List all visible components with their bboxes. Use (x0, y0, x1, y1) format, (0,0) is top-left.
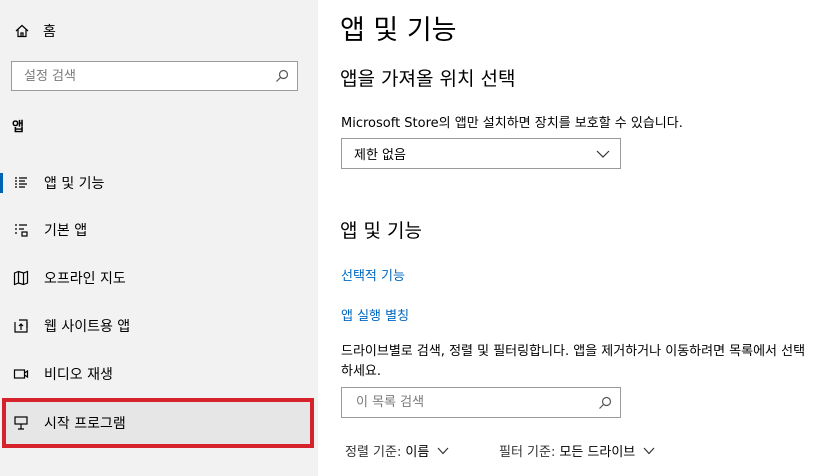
sort-label: 정렬 기준: (345, 445, 402, 460)
search-icon[interactable] (598, 396, 612, 410)
settings-search-input[interactable] (22, 67, 275, 85)
sidebar-item-apps-features[interactable]: 앱 및 기능 (0, 163, 318, 203)
sidebar-item-startup[interactable]: 시작 프로그램 (2, 398, 314, 448)
sidebar-item-label: 웹 사이트용 앱 (44, 319, 131, 335)
apps-list-description: 드라이브별로 검색, 정렬 및 필터링합니다. 앱을 제거하거나 이동하려면 목… (341, 344, 806, 379)
video-icon (12, 365, 30, 383)
filter-value: 모든 드라이브 (559, 445, 636, 460)
sidebar: 홈 앱 앱 및 기능 기본 앱 오프라인 지도 (0, 0, 318, 476)
settings-search-box[interactable] (11, 61, 298, 91)
sidebar-item-label: 기본 앱 (44, 223, 88, 239)
chevron-down-icon (596, 150, 610, 158)
home-label: 홈 (43, 24, 56, 40)
home-icon (15, 24, 29, 38)
chevron-down-icon (643, 447, 655, 454)
install-location-heading: 앱을 가져올 위치 선택 (340, 68, 516, 90)
sidebar-item-label: 시작 프로그램 (44, 416, 126, 432)
apps-list-search-box[interactable] (341, 387, 621, 418)
section-label: 앱 (12, 120, 24, 135)
install-location-dropdown[interactable]: 제한 없음 (341, 138, 621, 169)
sidebar-item-apps-for-websites[interactable]: 웹 사이트용 앱 (0, 306, 318, 346)
sidebar-item-default-apps[interactable]: 기본 앱 (0, 210, 318, 250)
startup-icon (12, 414, 30, 432)
sort-value: 이름 (405, 445, 430, 460)
map-icon (12, 269, 30, 287)
apps-list-icon (12, 174, 30, 192)
main-content: 앱 및 기능 앱을 가져올 위치 선택 Microsoft Store의 앱만 … (318, 0, 832, 476)
page-title: 앱 및 기능 (340, 15, 457, 46)
sidebar-item-label: 비디오 재생 (44, 367, 113, 383)
optional-features-link[interactable]: 선택적 기능 (341, 265, 405, 284)
filter-label: 필터 기준: (499, 445, 556, 460)
search-icon[interactable] (275, 69, 289, 83)
sidebar-item-label: 앱 및 기능 (44, 176, 105, 192)
sidebar-item-label: 오프라인 지도 (44, 271, 126, 287)
apps-features-heading: 앱 및 기능 (340, 220, 422, 242)
web-app-icon (12, 317, 30, 335)
chevron-down-icon (437, 447, 449, 454)
apps-list-search-input[interactable] (354, 394, 598, 411)
app-execution-aliases-link[interactable]: 앱 실행 별칭 (341, 305, 409, 324)
sort-by-dropdown[interactable]: 정렬 기준: 이름 (345, 441, 449, 460)
filter-by-dropdown[interactable]: 필터 기준: 모든 드라이브 (499, 441, 655, 460)
install-location-description: Microsoft Store의 앱만 설치하면 장치를 보호할 수 있습니다. (341, 116, 683, 131)
default-apps-icon (12, 221, 30, 239)
sidebar-item-offline-maps[interactable]: 오프라인 지도 (0, 258, 318, 298)
home-nav[interactable]: 홈 (14, 20, 56, 42)
sidebar-item-video-playback[interactable]: 비디오 재생 (0, 354, 318, 394)
dropdown-value: 제한 없음 (354, 148, 406, 163)
